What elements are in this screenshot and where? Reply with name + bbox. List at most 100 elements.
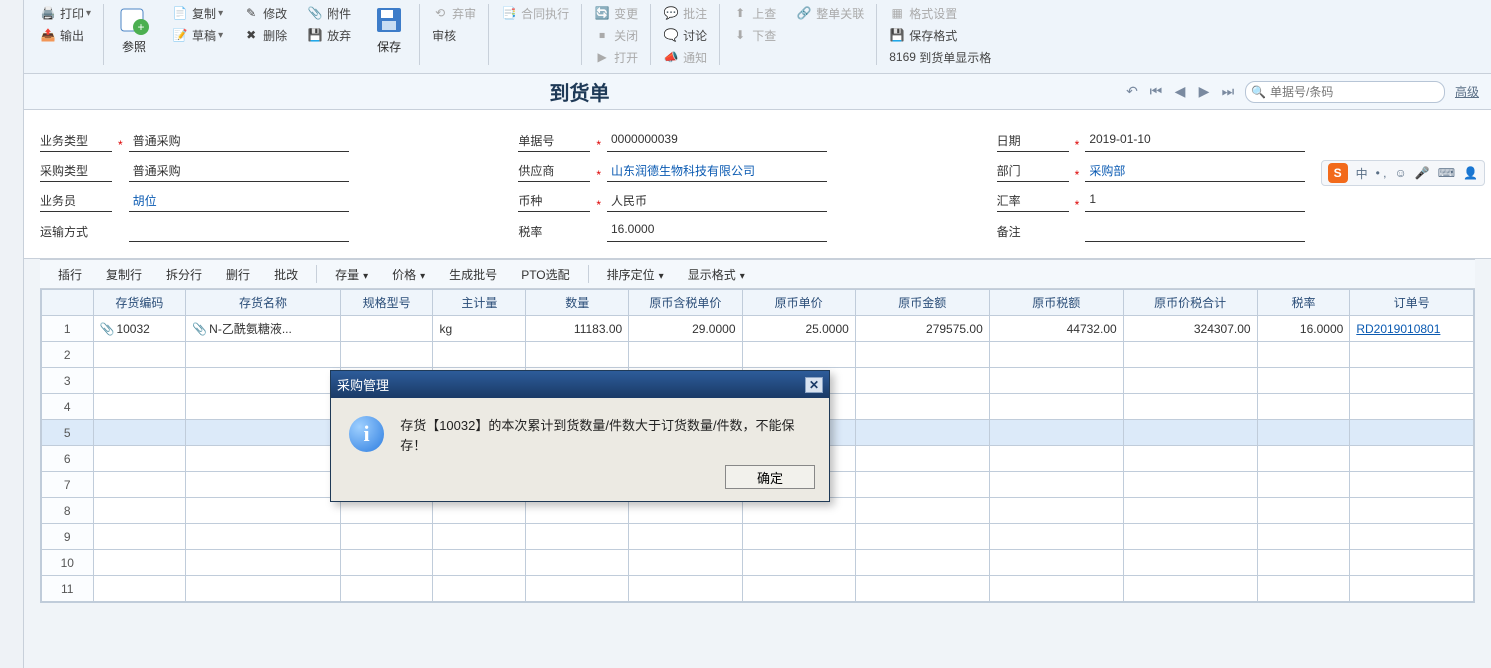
modify-button[interactable]: ✎ 修改 bbox=[239, 2, 291, 24]
cell-amount[interactable] bbox=[855, 498, 989, 524]
date-value[interactable]: 2019-01-10 bbox=[1085, 132, 1305, 152]
cell-total[interactable] bbox=[1123, 550, 1257, 576]
table-row[interactable]: 1📎10032📎N-乙酰氨糖液...kg11183.0029.000025.00… bbox=[42, 316, 1474, 342]
cell-stock-code[interactable] bbox=[93, 368, 186, 394]
currency-value[interactable]: 人民币 bbox=[607, 192, 827, 212]
insert-row-button[interactable]: 插行 bbox=[48, 264, 92, 285]
cell-tax-amount[interactable] bbox=[989, 472, 1123, 498]
cell-tax-amount[interactable] bbox=[989, 524, 1123, 550]
cell-stock-name[interactable] bbox=[186, 446, 341, 472]
discuss-button[interactable]: 🗨️ 讨论 bbox=[659, 24, 711, 46]
cell-tax-rate[interactable]: 16.0000 bbox=[1257, 316, 1350, 342]
cell-stock-name[interactable] bbox=[186, 394, 341, 420]
ime-punct-icon[interactable]: • , bbox=[1376, 166, 1387, 180]
cell-tax-rate[interactable] bbox=[1257, 524, 1350, 550]
cell-order-no[interactable] bbox=[1350, 446, 1474, 472]
cell-rownum[interactable]: 1 bbox=[42, 316, 94, 342]
cell-amount[interactable] bbox=[855, 342, 989, 368]
cell-amount[interactable] bbox=[855, 524, 989, 550]
cell-stock-code[interactable] bbox=[93, 576, 186, 602]
cell-order-no[interactable]: RD2019010801 bbox=[1350, 316, 1474, 342]
cell-tax-rate[interactable] bbox=[1257, 342, 1350, 368]
cell-stock-name[interactable] bbox=[186, 524, 341, 550]
cell-stock-name[interactable] bbox=[186, 498, 341, 524]
cell-tax-rate[interactable] bbox=[1257, 498, 1350, 524]
cell-stock-code[interactable] bbox=[93, 420, 186, 446]
dialog-close-button[interactable]: ✕ bbox=[805, 377, 823, 393]
cell-qty[interactable] bbox=[526, 550, 629, 576]
cell-unit-price[interactable] bbox=[742, 342, 855, 368]
col-order-no[interactable]: 订单号 bbox=[1350, 290, 1474, 316]
col-amount[interactable]: 原币金额 bbox=[855, 290, 989, 316]
cell-stock-name[interactable]: 📎N-乙酰氨糖液... bbox=[186, 316, 341, 342]
cell-main-unit[interactable] bbox=[433, 524, 526, 550]
table-row[interactable]: 2 bbox=[42, 342, 1474, 368]
doc-no-value[interactable]: 0000000039 bbox=[607, 132, 827, 152]
cell-tax-amount[interactable] bbox=[989, 342, 1123, 368]
exch-rate-value[interactable]: 1 bbox=[1085, 192, 1305, 212]
cell-spec[interactable] bbox=[340, 576, 433, 602]
col-tax-price[interactable]: 原币含税单价 bbox=[629, 290, 742, 316]
advanced-link[interactable]: 高级 bbox=[1455, 83, 1479, 100]
cell-tax-amount[interactable] bbox=[989, 420, 1123, 446]
cell-stock-code[interactable] bbox=[93, 472, 186, 498]
batch-edit-button[interactable]: 批改 bbox=[264, 264, 308, 285]
cell-rownum[interactable]: 4 bbox=[42, 394, 94, 420]
whole-link-button[interactable]: 🔗 整单关联 bbox=[792, 2, 868, 24]
cell-order-no[interactable] bbox=[1350, 342, 1474, 368]
table-row[interactable]: 10 bbox=[42, 550, 1474, 576]
next-button[interactable]: ▶ bbox=[1195, 83, 1213, 101]
cell-total[interactable] bbox=[1123, 498, 1257, 524]
cell-total[interactable] bbox=[1123, 446, 1257, 472]
ime-mic-icon[interactable]: 🎤 bbox=[1415, 166, 1430, 180]
undo-button[interactable]: ↶ bbox=[1123, 83, 1141, 101]
remark-value[interactable] bbox=[1085, 222, 1305, 242]
cell-unit-price[interactable]: 25.0000 bbox=[742, 316, 855, 342]
cell-tax-price[interactable] bbox=[629, 550, 742, 576]
cell-amount[interactable] bbox=[855, 420, 989, 446]
biz-type-value[interactable]: 普通采购 bbox=[129, 132, 349, 152]
cell-stock-code[interactable] bbox=[93, 394, 186, 420]
cell-amount[interactable] bbox=[855, 394, 989, 420]
col-unit-price[interactable]: 原币单价 bbox=[742, 290, 855, 316]
cell-rownum[interactable]: 11 bbox=[42, 576, 94, 602]
cell-order-no[interactable] bbox=[1350, 498, 1474, 524]
delete-button[interactable]: ✖ 删除 bbox=[239, 24, 291, 46]
cell-rownum[interactable]: 8 bbox=[42, 498, 94, 524]
dialog-titlebar[interactable]: 采购管理 ✕ bbox=[331, 371, 829, 398]
ime-panel[interactable]: S 中 • , ☺ 🎤 ⌨ 👤 bbox=[1321, 160, 1485, 186]
cell-spec[interactable] bbox=[340, 316, 433, 342]
notify-button[interactable]: 📣 通知 bbox=[659, 46, 711, 68]
stock-qty-button[interactable]: 存量▾ bbox=[325, 264, 378, 285]
cell-main-unit[interactable] bbox=[433, 342, 526, 368]
contract-exec-button[interactable]: 📑 合同执行 bbox=[497, 2, 573, 24]
cell-tax-price[interactable]: 29.0000 bbox=[629, 316, 742, 342]
cell-total[interactable] bbox=[1123, 576, 1257, 602]
batch-button[interactable]: 💬 批注 bbox=[659, 2, 711, 24]
cell-unit-price[interactable] bbox=[742, 550, 855, 576]
close-button[interactable]: ⏹ 关闭 bbox=[590, 24, 642, 46]
cell-order-no[interactable] bbox=[1350, 524, 1474, 550]
cell-stock-code[interactable]: 📎10032 bbox=[93, 316, 186, 342]
table-row[interactable]: 11 bbox=[42, 576, 1474, 602]
cell-tax-amount[interactable] bbox=[989, 498, 1123, 524]
cell-tax-amount[interactable] bbox=[989, 576, 1123, 602]
cell-tax-rate[interactable] bbox=[1257, 420, 1350, 446]
cell-tax-rate[interactable] bbox=[1257, 394, 1350, 420]
draft-button[interactable]: 📝 草稿 ▾ bbox=[168, 24, 227, 46]
review-button[interactable]: 审核 bbox=[428, 24, 480, 46]
cell-tax-amount[interactable] bbox=[989, 446, 1123, 472]
cell-tax-rate[interactable] bbox=[1257, 576, 1350, 602]
cell-order-no[interactable] bbox=[1350, 368, 1474, 394]
cell-stock-name[interactable] bbox=[186, 472, 341, 498]
paperclip-icon[interactable]: 📎 bbox=[100, 322, 115, 336]
cell-stock-code[interactable] bbox=[93, 342, 186, 368]
cell-amount[interactable] bbox=[855, 550, 989, 576]
cell-stock-name[interactable] bbox=[186, 576, 341, 602]
up-query-button[interactable]: ⬆ 上查 bbox=[728, 2, 780, 24]
purch-type-value[interactable]: 普通采购 bbox=[129, 162, 349, 182]
format-select[interactable]: 8169 到货单显示格 bbox=[885, 46, 995, 68]
cell-total[interactable] bbox=[1123, 394, 1257, 420]
change-button[interactable]: 🔄 变更 bbox=[590, 2, 642, 24]
cell-amount[interactable]: 279575.00 bbox=[855, 316, 989, 342]
